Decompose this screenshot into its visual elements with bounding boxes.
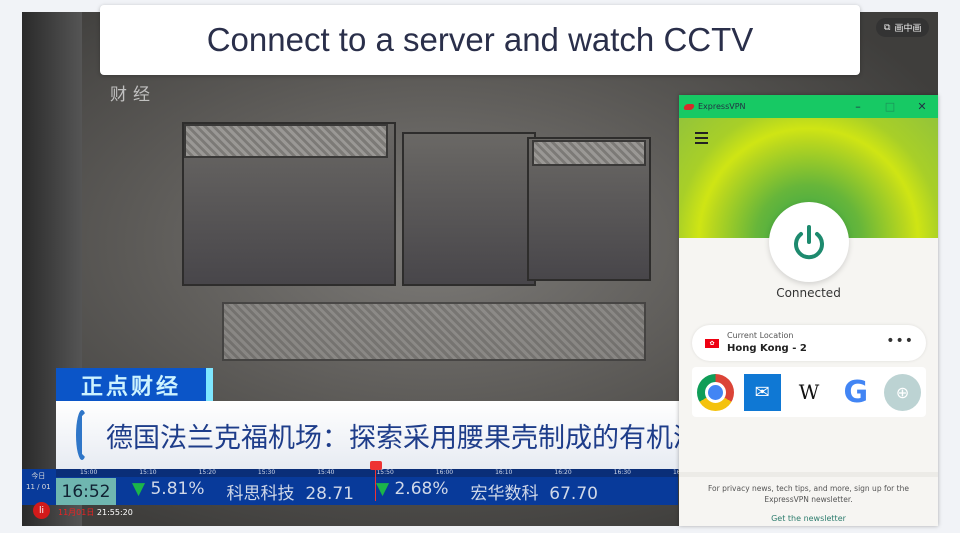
video-scene <box>532 140 646 166</box>
stock-ticker: 今日 11 / 01 15:00 15:10 15:20 15:30 15:40 15:50… <box>22 469 690 505</box>
video-scene <box>222 302 646 361</box>
location-label: Current Location <box>727 331 794 340</box>
connection-status: Connected <box>776 286 841 300</box>
news-logo-icon <box>76 410 88 460</box>
title-bar: ExpressVPN – □ ✕ <box>679 95 938 118</box>
today-label: 今日 11 / 01 <box>26 472 51 491</box>
get-newsletter-link[interactable]: Get the newsletter <box>679 513 938 524</box>
timeline-marker[interactable] <box>370 461 382 470</box>
google-shortcut-icon[interactable]: G <box>837 374 874 411</box>
power-button[interactable] <box>769 202 849 282</box>
minimize-button[interactable]: – <box>842 100 874 113</box>
broadcaster-logo-icon: li <box>33 502 50 519</box>
hong-kong-flag-icon: ✿ <box>705 339 719 348</box>
newsletter-footer: For privacy news, tech tips, and more, s… <box>679 472 938 524</box>
down-arrow-icon: ▼ <box>375 479 390 499</box>
location-selector[interactable]: ✿ Current Location Hong Kong - 2 ••• <box>692 325 926 361</box>
newsletter-text: For privacy news, tech tips, and more, s… <box>708 484 909 504</box>
location-name: Hong Kong - 2 <box>727 343 807 354</box>
more-options-button[interactable]: ••• <box>886 333 914 349</box>
timeline-marker-line <box>375 470 376 501</box>
expressvpn-logo-icon <box>682 103 696 110</box>
video-scene <box>402 132 536 286</box>
caption-banner: Connect to a server and watch CCTV <box>100 5 860 75</box>
video-scene <box>184 124 388 158</box>
expressvpn-window: ExpressVPN – □ ✕ Connected ✿ Current Loc… <box>679 95 938 526</box>
news-headline: 德国法兰克福机场：探索采用腰果壳制成的有机沥 <box>56 401 700 469</box>
program-tag: 正点财经 <box>56 368 213 401</box>
app-shortcuts: ✉ W G ⊕ <box>692 367 926 417</box>
down-arrow-icon: ▼ <box>132 479 146 499</box>
timeline: 15:00 15:10 15:20 15:30 15:40 15:50 16:00 16:10… <box>56 469 690 477</box>
ticker-items: ▼ 5.81% 科思科技 28.71 ▼ 2.68% 宏华数科 67.70 <box>132 479 598 504</box>
hamburger-menu-icon[interactable] <box>695 132 708 147</box>
broadcast-datetime: 11月01日 21:55:20 <box>58 508 133 517</box>
clock: 16:52 <box>56 478 116 505</box>
maximize-button[interactable]: □ <box>874 100 906 113</box>
pip-icon: ⧉ <box>884 22 891 33</box>
close-button[interactable]: ✕ <box>906 100 938 113</box>
power-icon <box>794 225 824 260</box>
wikipedia-shortcut-icon[interactable]: W <box>790 374 827 411</box>
picture-in-picture-button[interactable]: ⧉ 画中画 <box>876 18 930 37</box>
chrome-shortcut-icon[interactable] <box>696 373 734 411</box>
add-shortcut-icon[interactable]: ⊕ <box>884 373 922 411</box>
channel-logo: 财经 <box>110 85 156 105</box>
mail-shortcut-icon[interactable]: ✉ <box>743 373 781 411</box>
caption-title: Connect to a server and watch CCTV <box>206 21 754 58</box>
